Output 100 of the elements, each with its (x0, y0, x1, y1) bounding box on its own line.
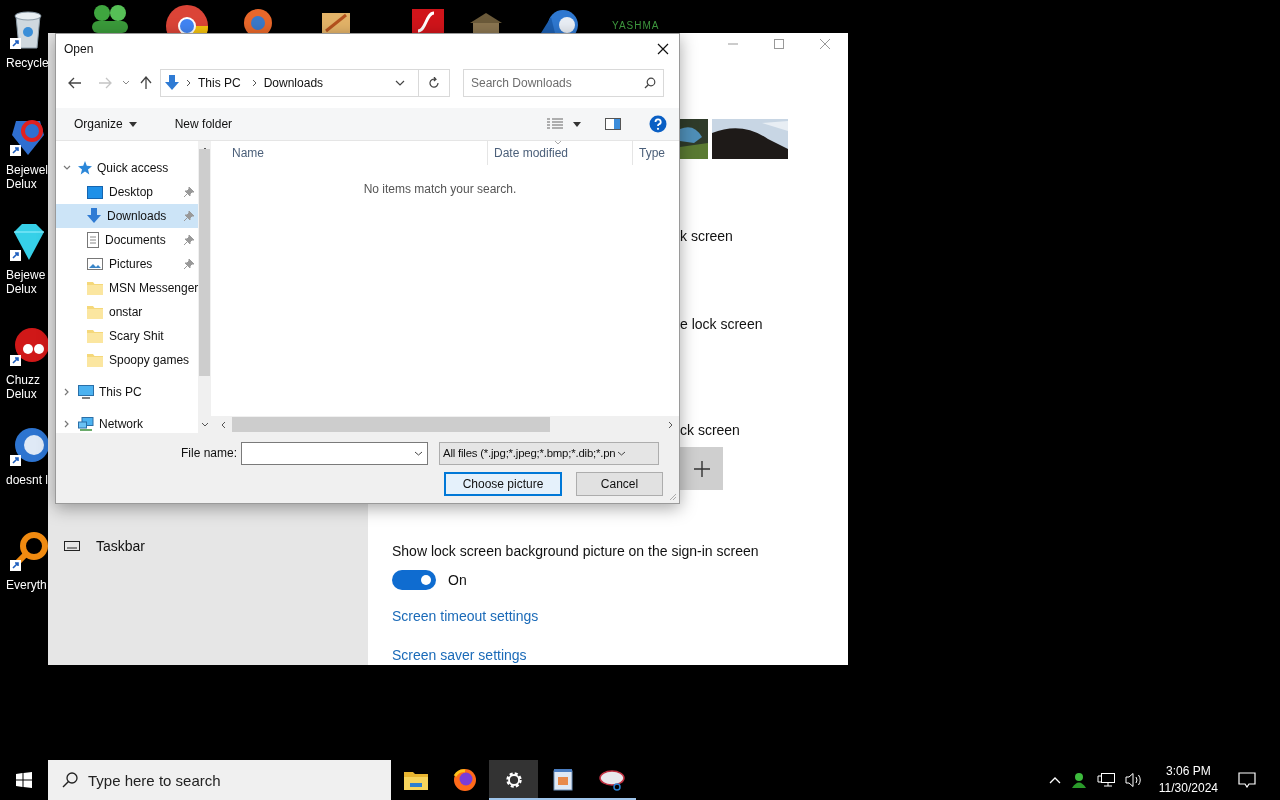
settings-link[interactable]: Screen timeout settings (392, 606, 539, 626)
scroll-down-icon[interactable] (200, 422, 209, 427)
sidebar-item[interactable]: Taskbar (96, 538, 146, 554)
settings-button[interactable] (489, 760, 538, 800)
settings-link[interactable]: Screen saver settings (392, 645, 527, 665)
monitor-icon (78, 385, 94, 399)
breadcrumb[interactable]: This PC (198, 76, 241, 90)
network-icon (78, 417, 94, 431)
column-header[interactable]: Name (211, 141, 487, 165)
search-icon (644, 77, 656, 89)
desktop-icon-label: Bejewe (5, 268, 46, 282)
organize-button[interactable]: Organize (68, 115, 143, 133)
tree-item[interactable]: Documents (56, 228, 199, 252)
preview-pane-icon[interactable] (605, 118, 621, 130)
breadcrumb[interactable]: Downloads (263, 76, 324, 90)
tree-item[interactable]: Spoopy games (56, 348, 199, 372)
refresh-icon (428, 77, 440, 89)
column-header[interactable]: Type (632, 141, 665, 165)
tree-item[interactable]: Desktop (56, 180, 199, 204)
tree-item[interactable]: This PC (56, 380, 199, 404)
chevron-down-icon (617, 450, 627, 456)
dialog-title: Open (64, 41, 94, 56)
scissors-icon (598, 769, 625, 791)
tree-item[interactable]: Scary Shit (56, 324, 199, 348)
creature-icon[interactable] (8, 325, 48, 367)
toggle-state: On (448, 572, 467, 588)
chevron-right-icon[interactable] (63, 388, 71, 396)
desktop-icon-label: YASHMA (612, 20, 660, 31)
add-app-button[interactable] (680, 447, 723, 490)
star-icon (78, 161, 92, 175)
plus-icon (693, 460, 710, 477)
pin-icon[interactable] (184, 259, 195, 269)
search-field[interactable]: Search Downloads (463, 69, 664, 97)
tree-item[interactable]: Quick access (56, 156, 199, 180)
notepad-icon (552, 769, 573, 791)
maximize-icon[interactable] (773, 38, 785, 50)
scrollbar[interactable] (198, 141, 211, 433)
desktop-icon (87, 185, 103, 199)
sort-caret-icon (554, 141, 562, 145)
close-icon[interactable] (657, 42, 669, 55)
browser-icon (452, 768, 477, 792)
pin-icon[interactable] (184, 187, 195, 197)
back-arrow-icon[interactable] (68, 77, 82, 89)
chevron-right-icon[interactable] (63, 420, 71, 428)
folder-icon (87, 329, 103, 343)
tree-item[interactable]: MSN Messenger (56, 276, 199, 300)
folder-icon (87, 305, 103, 319)
file-type-dropdown[interactable]: All files (*.jpg;*.jpeg;*.bmp;*.dib;*.pn (439, 441, 659, 465)
tree-item[interactable]: onstar (56, 300, 199, 324)
chevron-down-icon[interactable] (63, 164, 71, 172)
help-icon[interactable] (649, 115, 667, 133)
tree-item[interactable]: Network (56, 412, 199, 436)
desktop-icon-label: Recycle (5, 56, 49, 70)
settings-icon (503, 770, 524, 790)
network-icon[interactable] (1096, 772, 1115, 788)
start-icon[interactable] (16, 772, 32, 788)
clock[interactable]: 3:06 PM 11/30/2024 (1158, 763, 1218, 797)
bird-icon[interactable] (8, 425, 48, 467)
desktop-icon-label: Chuzz (5, 373, 40, 387)
download-arrow-icon (165, 75, 179, 91)
column-header[interactable]: Date modified (487, 141, 632, 165)
document-icon (87, 232, 99, 248)
search-icon (62, 772, 78, 788)
keyboard-icon (64, 541, 80, 551)
desktop-icon-label: doesnt l (5, 473, 49, 487)
folder-icon (87, 353, 103, 367)
speaker-icon[interactable] (1124, 772, 1143, 788)
chevron-down-icon[interactable] (395, 80, 405, 86)
clock-date: 11/30/2024 (1158, 780, 1218, 797)
setting-label: Show lock screen background picture on the sign-in screen (392, 542, 759, 561)
desktop-icon-label: Delux (5, 387, 37, 401)
scrollbar[interactable] (211, 416, 679, 433)
empty-message: No items match your search. (363, 182, 517, 198)
toggle-switch[interactable] (392, 570, 436, 590)
resize-grip-icon[interactable] (669, 493, 677, 501)
choose-button[interactable]: Choose picture (444, 472, 562, 496)
tree-item[interactable]: Downloads (56, 204, 199, 228)
desktop-icon-label: Delux (5, 282, 37, 296)
desktop-icon-label: Delux (5, 177, 37, 191)
pin-icon[interactable] (184, 235, 195, 245)
setting-label: e lock screen (680, 315, 763, 334)
magnifier-icon[interactable] (8, 530, 48, 572)
address-bar[interactable]: This PC Downloads (160, 69, 450, 97)
taskbar-search-field[interactable]: Type here to search (48, 760, 391, 800)
new-folder-button[interactable]: New folder (168, 115, 239, 133)
setting-label: k screen (680, 227, 733, 246)
scroll-left-icon[interactable] (221, 420, 226, 429)
scroll-right-icon[interactable] (668, 420, 673, 429)
chevron-right-icon (251, 79, 257, 87)
tree-item[interactable]: Pictures (56, 252, 199, 276)
person-icon[interactable] (1070, 772, 1087, 788)
setting-label: ck screen (680, 421, 740, 440)
chevron-down-icon[interactable] (414, 450, 423, 456)
file-name-field[interactable] (241, 441, 428, 465)
up-arrow-icon[interactable] (140, 76, 152, 90)
cancel-button[interactable]: Cancel (576, 472, 663, 496)
notification-icon[interactable] (1238, 772, 1256, 788)
caret-icon[interactable] (573, 121, 581, 127)
chevron-up-icon[interactable] (1048, 776, 1061, 784)
folder-icon (87, 281, 103, 295)
